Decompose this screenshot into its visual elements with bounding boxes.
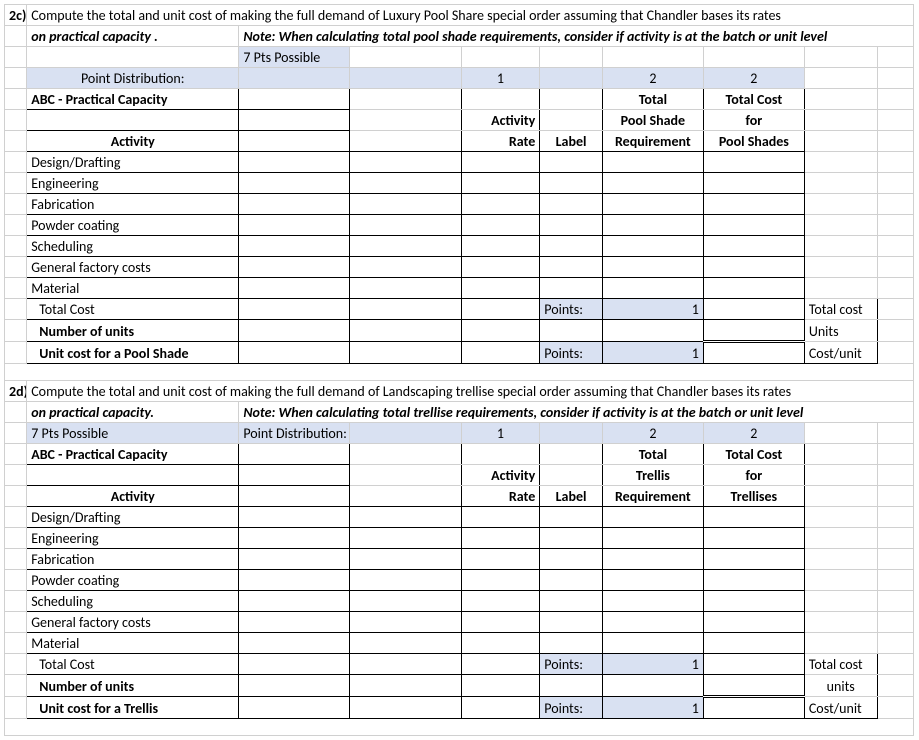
sec2c-q2a: on practical capacity . bbox=[27, 26, 239, 47]
spreadsheet: 2c) Compute the total and unit cost of m… bbox=[4, 4, 914, 736]
sec2c-q2b: Note: When calculating total pool shade … bbox=[239, 26, 914, 47]
sec2d-hdr-actrate1: Activity bbox=[461, 465, 540, 486]
table-row[interactable]: Scheduling bbox=[27, 591, 239, 612]
sec2c-hdr-poolshades: Pool Shades bbox=[703, 131, 804, 152]
table-row[interactable]: Engineering bbox=[27, 528, 239, 549]
table-row[interactable]: General factory costs bbox=[27, 612, 239, 633]
sec2c-points1: Points: bbox=[540, 299, 603, 320]
sec2c-q1: Compute the total and unit cost of makin… bbox=[27, 5, 914, 26]
sec2c-hdr-rate: Rate bbox=[461, 131, 540, 152]
table-row[interactable]: Design/Drafting bbox=[27, 507, 239, 528]
sec2c-hdr-actrate1: Activity bbox=[461, 110, 540, 131]
sec2c-side-costunit: Cost/unit bbox=[804, 342, 877, 364]
sec2c-pd3: 2 bbox=[703, 68, 804, 89]
sec2d-unit-cost: Unit cost for a Trellis bbox=[27, 697, 239, 719]
sec2d-points1: Points: bbox=[540, 654, 603, 675]
sec2d-hdr-activity: Activity bbox=[27, 486, 239, 507]
sec2d-q2a: on practical capacity. bbox=[27, 402, 239, 423]
sec2c-points2: Points: bbox=[540, 342, 603, 364]
table-row[interactable]: Powder coating bbox=[27, 570, 239, 591]
sec2d-hdr-total: Total bbox=[602, 444, 703, 465]
sec2d-points2-val: 1 bbox=[602, 697, 703, 719]
sec2d-title: ABC - Practical Capacity bbox=[27, 444, 239, 465]
sec2c-side-units: Units bbox=[804, 320, 877, 342]
table-row[interactable]: Design/Drafting bbox=[27, 152, 239, 173]
sec2d-side-total: Total cost bbox=[804, 654, 877, 675]
sec2c-hdr-poolshade: Pool Shade bbox=[602, 110, 703, 131]
sec2c-num-units: Number of units bbox=[27, 320, 239, 342]
table-row[interactable]: Engineering bbox=[27, 173, 239, 194]
sec2c-total-cost: Total Cost bbox=[27, 299, 239, 320]
sec2d-pd3: 2 bbox=[703, 423, 804, 444]
sec2c-points2-val: 1 bbox=[602, 342, 703, 364]
table-row[interactable]: Fabrication bbox=[27, 549, 239, 570]
sec2c-unit-cost: Unit cost for a Pool Shade bbox=[27, 342, 239, 364]
table-row[interactable]: Material bbox=[27, 278, 239, 299]
sec2d-hdr-totalcost: Total Cost bbox=[703, 444, 804, 465]
sec2d-hdr-for: for bbox=[703, 465, 804, 486]
sec2c-points1-val: 1 bbox=[602, 299, 703, 320]
sec2d-hdr-label: Label bbox=[540, 486, 603, 507]
sec2d-hdr-trellis: Trellis bbox=[602, 465, 703, 486]
sec2c-pd2: 2 bbox=[602, 68, 703, 89]
sec2c-pts-possible: 7 Pts Possible bbox=[239, 47, 350, 68]
sec2d-total-cost: Total Cost bbox=[27, 654, 239, 675]
sec2c-side-total: Total cost bbox=[804, 299, 877, 320]
sec2d-points2: Points: bbox=[540, 697, 603, 719]
sec2d-points1-val: 1 bbox=[602, 654, 703, 675]
sec2c-hdr-req: Requirement bbox=[602, 131, 703, 152]
table-row[interactable]: Powder coating bbox=[27, 215, 239, 236]
sec2c-hdr-total: Total bbox=[602, 89, 703, 110]
sec2d-hdr-req: Requirement bbox=[602, 486, 703, 507]
sec2c-title: ABC - Practical Capacity bbox=[27, 89, 239, 110]
sec2d-point-dist: Point Distribution: bbox=[239, 423, 350, 444]
sec2c-pd1: 1 bbox=[461, 68, 540, 89]
sec2d-pts-possible: 7 Pts Possible bbox=[27, 423, 239, 444]
sec2d-hdr-rate: Rate bbox=[461, 486, 540, 507]
sec2d-pd2: 2 bbox=[602, 423, 703, 444]
table-row[interactable]: Material bbox=[27, 633, 239, 654]
sec2c-hdr-label: Label bbox=[540, 131, 603, 152]
sec2c-tag: 2c) bbox=[5, 5, 27, 26]
sec2c-point-dist: Point Distribution: bbox=[27, 68, 239, 89]
table-row[interactable]: Fabrication bbox=[27, 194, 239, 215]
sec2d-hdr-trellises: Trellises bbox=[703, 486, 804, 507]
sec2d-q2b: Note: When calculating total trellise re… bbox=[239, 402, 914, 423]
sec2c-hdr-totalcost: Total Cost bbox=[703, 89, 804, 110]
sec2d-pd1: 1 bbox=[461, 423, 540, 444]
table-row[interactable]: General factory costs bbox=[27, 257, 239, 278]
sec2c-hdr-for: for bbox=[703, 110, 804, 131]
sec2d-q1: Compute the total and unit cost of makin… bbox=[27, 381, 914, 402]
sec2d-side-costunit: Cost/unit bbox=[804, 697, 877, 719]
sec2c-hdr-activity: Activity bbox=[27, 131, 239, 152]
sec2d-tag: 2d) bbox=[5, 381, 27, 402]
table-row[interactable]: Scheduling bbox=[27, 236, 239, 257]
